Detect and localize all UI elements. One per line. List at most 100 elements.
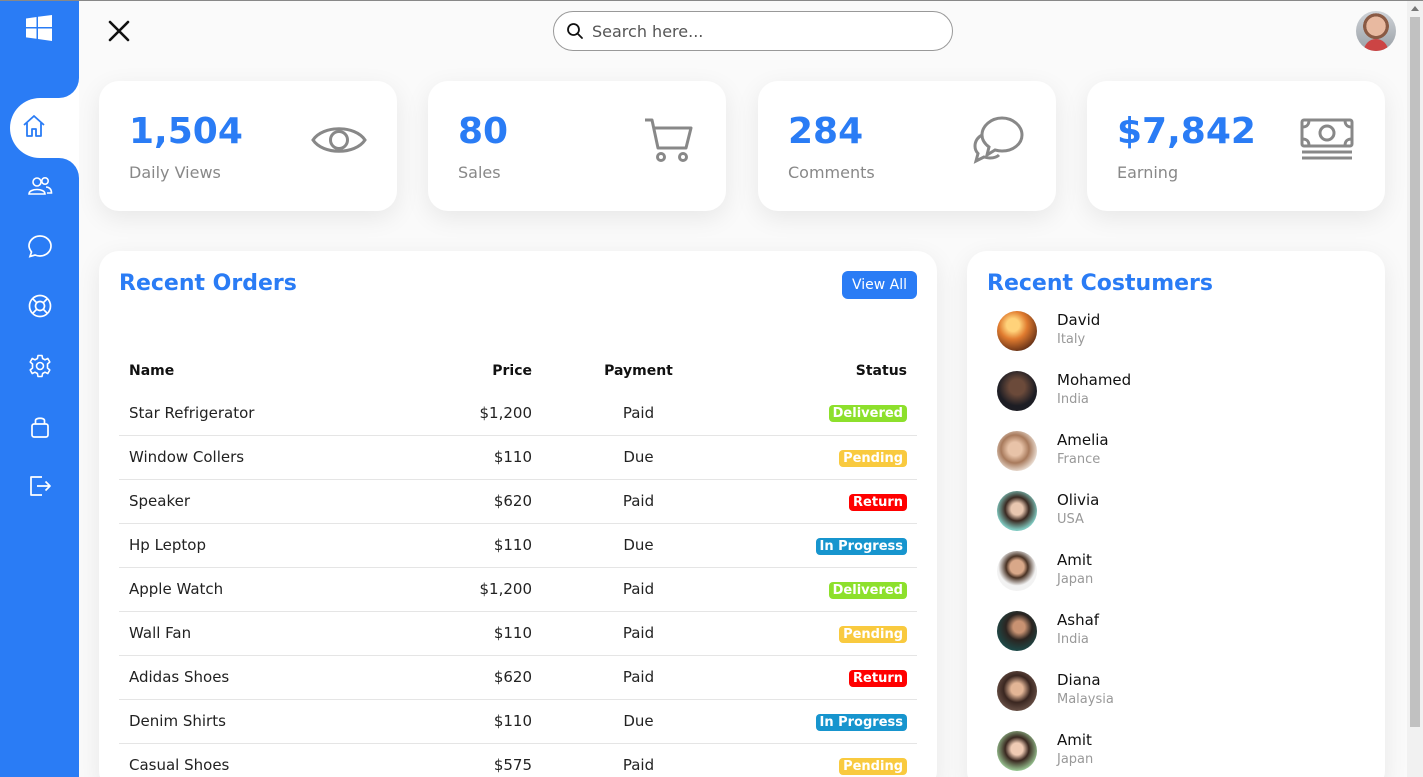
card-number: 1,504: [129, 111, 243, 152]
card-number: 80: [458, 111, 509, 152]
order-price: $575: [419, 742, 542, 777]
order-status-cell: Pending: [735, 742, 917, 777]
order-status-cell: Delivered: [735, 391, 917, 435]
sidebar-item-signout[interactable]: [0, 458, 79, 518]
order-status-cell: In Progress: [735, 522, 917, 567]
sidebar-item-settings[interactable]: [0, 338, 79, 398]
status-badge: Return: [849, 669, 907, 687]
table-row[interactable]: Hp Leptop $110 Due In Progress: [119, 522, 917, 567]
settings-icon: [27, 353, 53, 383]
customer-avatar: [997, 431, 1037, 471]
recent-orders-panel: Recent Orders View All Name Price Paymen…: [99, 251, 937, 777]
customer-name: Mohamed: [1057, 371, 1132, 389]
order-name: Casual Shoes: [119, 742, 419, 777]
help-icon: [27, 293, 53, 323]
sidebar-item-help[interactable]: [0, 278, 79, 338]
search-icon: [567, 23, 583, 39]
close-icon: [108, 20, 130, 42]
order-payment: Paid: [542, 566, 735, 611]
messages-icon: [27, 233, 53, 263]
recent-customers-title: Recent Costumers: [987, 271, 1213, 296]
table-row[interactable]: Casual Shoes $575 Paid Pending: [119, 742, 917, 777]
order-price: $620: [419, 478, 542, 523]
table-row[interactable]: Window Collers $110 Due Pending: [119, 434, 917, 479]
card-sales[interactable]: 80 Sales: [428, 81, 726, 211]
order-name: Hp Leptop: [119, 522, 419, 567]
list-item[interactable]: Amelia France: [997, 431, 1367, 491]
status-badge: Pending: [839, 449, 907, 467]
customer-avatar: [997, 371, 1037, 411]
scroll-up-arrow-icon[interactable]: [1411, 6, 1419, 11]
order-price: $110: [419, 522, 542, 567]
customer-avatar: [997, 551, 1037, 591]
vertical-scrollbar[interactable]: [1407, 1, 1423, 777]
order-price: $1,200: [419, 566, 542, 611]
customer-country: Malaysia: [1057, 692, 1114, 707]
card-label: Comments: [788, 163, 875, 182]
order-status-cell: Pending: [735, 434, 917, 479]
recent-customers-panel: Recent Costumers David Italy Mohamed India A…: [967, 251, 1385, 777]
user-avatar[interactable]: [1356, 11, 1396, 51]
scrollbar-thumb[interactable]: [1410, 17, 1420, 727]
order-payment: Paid: [542, 742, 735, 777]
card-earning[interactable]: $7,842 Earning: [1087, 81, 1385, 211]
customer-avatar: [997, 491, 1037, 531]
customer-list: David Italy Mohamed India Amelia France Olivia…: [997, 311, 1367, 777]
order-price: $110: [419, 610, 542, 655]
list-item[interactable]: Olivia USA: [997, 491, 1367, 551]
order-status-cell: Return: [735, 654, 917, 699]
table-row[interactable]: Speaker $620 Paid Return: [119, 478, 917, 523]
view-all-button[interactable]: View All: [841, 271, 917, 299]
order-status-cell: Return: [735, 478, 917, 523]
order-payment: Paid: [542, 478, 735, 523]
table-row[interactable]: Adidas Shoes $620 Paid Return: [119, 654, 917, 699]
status-badge: In Progress: [815, 713, 907, 731]
card-label: Daily Views: [129, 163, 221, 182]
order-name: Denim Shirts: [119, 698, 419, 743]
order-status-cell: In Progress: [735, 698, 917, 743]
status-badge: Return: [849, 493, 907, 511]
customers-icon: [27, 173, 53, 203]
search-input[interactable]: [592, 21, 932, 41]
windows-logo-icon[interactable]: [26, 15, 52, 41]
list-item[interactable]: Amit Japan: [997, 551, 1367, 611]
order-status-cell: Delivered: [735, 566, 917, 611]
order-price: $620: [419, 654, 542, 699]
sidebar-item-password[interactable]: [0, 398, 79, 458]
order-payment: Paid: [542, 610, 735, 655]
sidebar-item-messages[interactable]: [0, 218, 79, 278]
status-badge: Delivered: [828, 581, 907, 599]
sidebar-item-customers[interactable]: [0, 158, 79, 218]
password-icon: [27, 413, 53, 443]
table-row[interactable]: Star Refrigerator $1,200 Paid Delivered: [119, 391, 917, 435]
main-content: 1,504 Daily Views 80 Sales 284 Comments …: [79, 1, 1407, 777]
window-top-border: [0, 0, 1423, 1]
search-box[interactable]: [553, 11, 953, 51]
table-row[interactable]: Denim Shirts $110 Due In Progress: [119, 698, 917, 743]
card-label: Sales: [458, 163, 501, 182]
list-item[interactable]: Amit Japan: [997, 731, 1367, 777]
signout-icon: [27, 473, 53, 503]
table-header-row: Name Price Payment Status: [119, 351, 917, 391]
list-item[interactable]: David Italy: [997, 311, 1367, 371]
header-status: Status: [855, 363, 907, 379]
order-name: Star Refrigerator: [129, 403, 255, 422]
recent-orders-title: Recent Orders: [119, 271, 297, 296]
list-item[interactable]: Ashaf India: [997, 611, 1367, 671]
customer-country: Italy: [1057, 332, 1086, 347]
list-item[interactable]: Diana Malaysia: [997, 671, 1367, 731]
customer-avatar: [997, 611, 1037, 651]
list-item[interactable]: Mohamed India: [997, 371, 1367, 431]
table-row[interactable]: Wall Fan $110 Paid Pending: [119, 610, 917, 655]
card-daily-views[interactable]: 1,504 Daily Views: [99, 81, 397, 211]
sidebar: [0, 0, 79, 777]
order-price: $1,200: [479, 403, 533, 422]
table-row[interactable]: Apple Watch $1,200 Paid Delivered: [119, 566, 917, 611]
customer-country: Japan: [1057, 572, 1094, 587]
sidebar-item-dashboard[interactable]: [10, 98, 79, 158]
customer-country: France: [1057, 452, 1101, 467]
eye-icon: [311, 115, 367, 165]
customer-avatar: [997, 731, 1037, 771]
toggle-menu-button[interactable]: [107, 19, 131, 43]
card-comments[interactable]: 284 Comments: [758, 81, 1056, 211]
